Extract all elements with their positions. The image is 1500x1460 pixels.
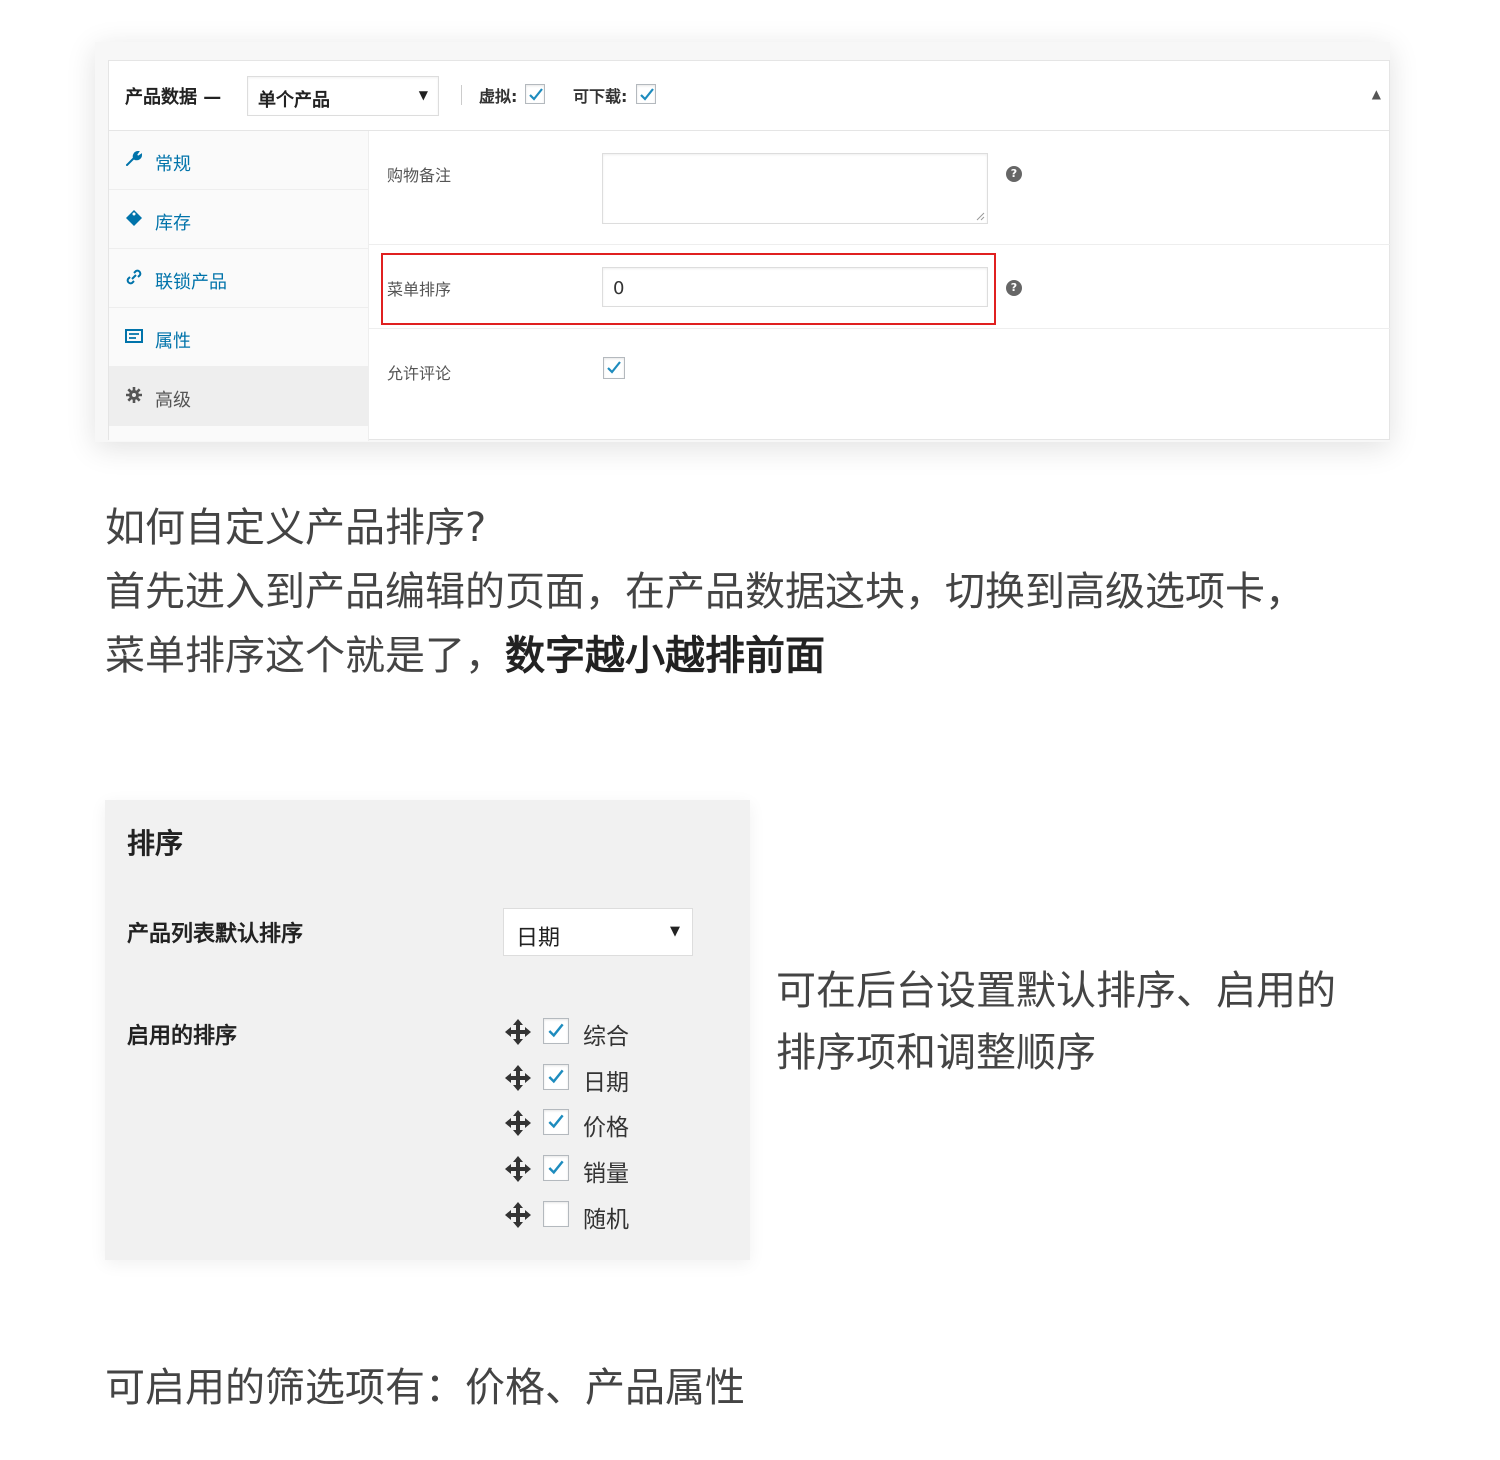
product-type-select[interactable]: 单个产品 ▼: [247, 76, 439, 116]
row-divider: [369, 244, 1391, 245]
gear-icon: [126, 387, 142, 403]
filter-options-text: 可启用的筛选项有：价格、产品属性: [105, 1365, 745, 1411]
sorting-description-line-1: 可在后台设置默认排序、启用的: [776, 968, 1336, 1014]
menu-order-label: 菜单排序: [387, 280, 452, 299]
sort-option-checkbox[interactable]: [543, 1155, 569, 1181]
wrench-icon: [126, 150, 143, 166]
tab-label: 联锁产品: [155, 272, 227, 293]
link-icon: [126, 269, 142, 285]
sort-option-label: 随机: [583, 1207, 629, 1233]
enabled-sort-label: 启用的排序: [127, 1024, 238, 1049]
move-icon[interactable]: [503, 1063, 533, 1093]
sort-option: 随机: [503, 1198, 703, 1233]
tab-label: 库存: [155, 213, 191, 234]
tab-label: 常规: [155, 154, 191, 175]
sort-option-checkbox[interactable]: [543, 1109, 569, 1135]
tab-inventory[interactable]: 库存: [109, 190, 369, 249]
enable-reviews-checkbox[interactable]: [603, 357, 625, 379]
move-icon[interactable]: [503, 1200, 533, 1230]
sort-option: 价格: [503, 1106, 703, 1141]
tab-label: 高级: [155, 390, 191, 411]
tab-general[interactable]: 常规: [109, 131, 369, 190]
downloadable-checkbox[interactable]: [636, 84, 656, 104]
row-divider: [369, 328, 1391, 329]
intro-heading: 如何自定义产品排序?: [105, 505, 487, 551]
sort-option: 综合: [503, 1015, 703, 1050]
product-data-panel: 产品数据 — 单个产品 ▼ 虚拟: 可下载: ▲ 常规 库存 联锁产品 属性 高…: [108, 60, 1391, 441]
sort-option-label: 综合: [583, 1024, 629, 1050]
header-divider: [461, 85, 462, 105]
sort-option-checkbox[interactable]: [543, 1064, 569, 1090]
product-type-value: 单个产品: [258, 90, 330, 111]
tab-attributes[interactable]: 属性: [109, 308, 369, 367]
help-icon[interactable]: ?: [1006, 166, 1022, 182]
sort-option-checkbox[interactable]: [543, 1201, 569, 1227]
tab-linked-products[interactable]: 联锁产品: [109, 249, 369, 308]
sorting-description-line-2: 排序项和调整顺序: [776, 1030, 1096, 1076]
tab-advanced[interactable]: 高级: [109, 367, 369, 426]
downloadable-label: 可下载:: [573, 87, 628, 106]
menu-order-input[interactable]: 0: [602, 267, 988, 307]
product-data-tabs: 常规 库存 联锁产品 属性 高级: [109, 131, 369, 441]
tag-icon: [126, 210, 142, 226]
sort-option-label: 日期: [583, 1070, 629, 1096]
move-icon[interactable]: [503, 1108, 533, 1138]
purchase-note-label: 购物备注: [387, 166, 452, 185]
intro-line-3-bold: 数字越小越排前面: [505, 633, 825, 679]
intro-line-2: 首先进入到产品编辑的页面，在产品数据这块，切换到高级选项卡，: [105, 569, 1305, 615]
reviews-label: 允许评论: [387, 364, 452, 383]
sort-option-label: 销量: [583, 1161, 629, 1187]
sort-option: 日期: [503, 1061, 703, 1096]
list-icon: [125, 329, 143, 343]
chevron-down-icon: ▼: [670, 924, 680, 939]
chevron-down-icon: ▼: [418, 88, 428, 102]
intro-line-3: 菜单排序这个就是了，数字越小越排前面: [105, 624, 825, 688]
purchase-note-textarea[interactable]: [602, 153, 988, 224]
default-sort-label: 产品列表默认排序: [127, 922, 304, 947]
sort-option: 销量: [503, 1152, 703, 1187]
tab-label: 属性: [155, 331, 191, 352]
virtual-label: 虚拟:: [479, 87, 518, 106]
resize-handle-icon[interactable]: [975, 211, 985, 221]
product-data-screenshot: 产品数据 — 单个产品 ▼ 虚拟: 可下载: ▲ 常规 库存 联锁产品 属性 高…: [95, 42, 1391, 442]
product-data-header: 产品数据 — 单个产品 ▼ 虚拟: 可下载: ▲: [109, 61, 1389, 131]
virtual-checkbox[interactable]: [525, 84, 545, 104]
sorting-title: 排序: [127, 827, 184, 860]
move-icon[interactable]: [503, 1017, 533, 1047]
intro-line-3-text: 菜单排序这个就是了，: [105, 633, 505, 679]
sorting-description: 可在后台设置默认排序、启用的 排序项和调整顺序: [776, 960, 1336, 1084]
sort-option-label: 价格: [583, 1115, 629, 1141]
sorting-settings-screenshot: 排序 产品列表默认排序 日期 ▼ 启用的排序 综合 日期 价格 销量 随机: [105, 800, 750, 1260]
move-icon[interactable]: [503, 1154, 533, 1184]
default-sort-select[interactable]: 日期 ▼: [503, 908, 693, 956]
help-icon[interactable]: ?: [1006, 280, 1022, 296]
sort-option-checkbox[interactable]: [543, 1018, 569, 1044]
collapse-arrow-icon[interactable]: ▲: [1372, 87, 1381, 101]
product-data-title: 产品数据 —: [125, 87, 222, 108]
default-sort-value: 日期: [516, 926, 561, 951]
